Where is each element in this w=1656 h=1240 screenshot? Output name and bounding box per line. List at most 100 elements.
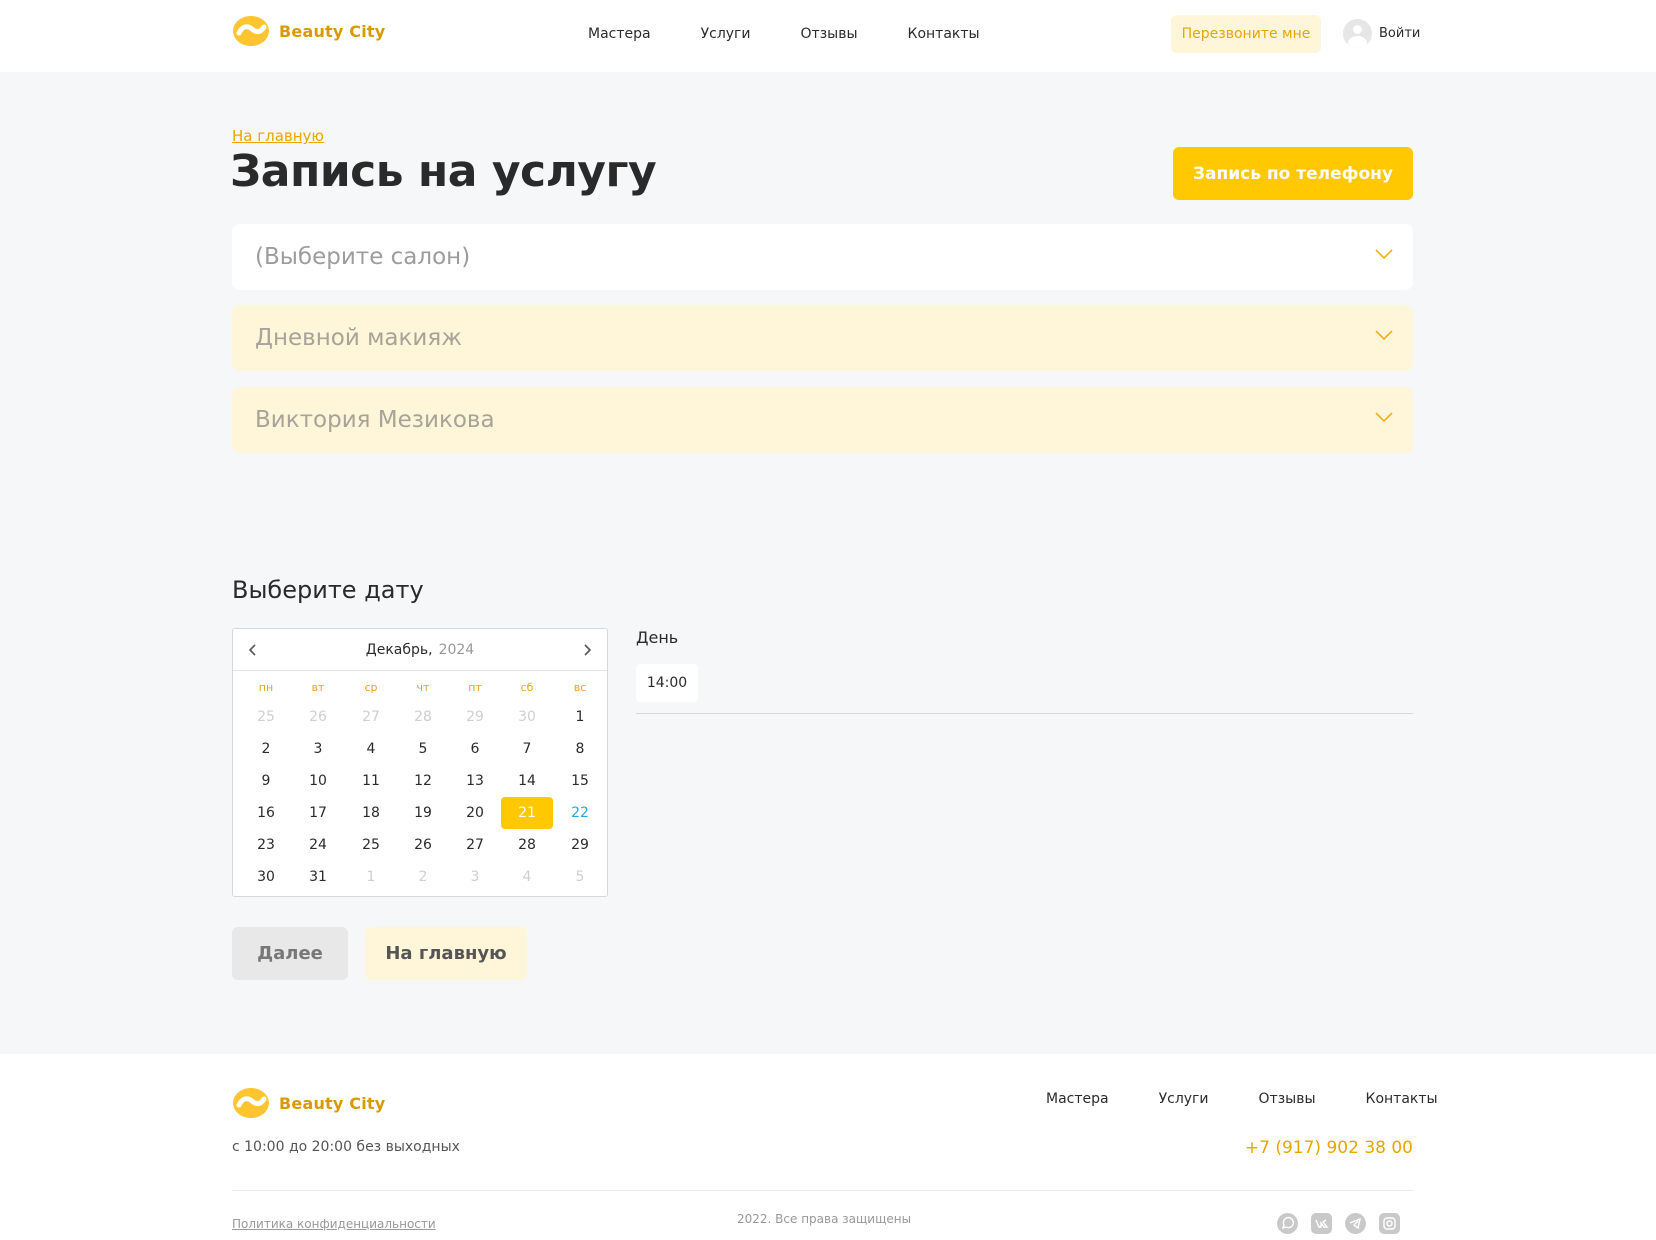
- calendar-day[interactable]: 20: [449, 797, 501, 829]
- master-select-value: Виктория Мезикова: [255, 407, 495, 433]
- calendar-year: 2024: [438, 641, 475, 658]
- nav-reviews[interactable]: Отзывы: [801, 26, 858, 42]
- calendar-day: 3: [470, 869, 480, 885]
- phone-booking-button[interactable]: Запись по телефону: [1173, 147, 1413, 200]
- calendar-day[interactable]: 4: [345, 733, 397, 765]
- weekday-label: ср: [364, 681, 378, 694]
- chevron-left-icon[interactable]: [245, 642, 261, 658]
- calendar-day[interactable]: 23: [240, 829, 292, 861]
- calendar-day[interactable]: 5: [397, 733, 449, 765]
- footer-nav-services[interactable]: Услуги: [1159, 1091, 1209, 1107]
- telegram-icon[interactable]: [1345, 1213, 1366, 1234]
- chevron-down-icon: [1375, 412, 1393, 423]
- calendar-day-selected[interactable]: 21: [501, 797, 553, 829]
- calendar-day[interactable]: 8: [554, 733, 606, 765]
- weekday-label: пт: [468, 681, 482, 694]
- calendar-day[interactable]: 6: [449, 733, 501, 765]
- footer-divider: [232, 1190, 1413, 1191]
- page-title: Запись на услугу: [230, 146, 657, 197]
- footer-nav-masters[interactable]: Мастера: [1046, 1091, 1109, 1107]
- instagram-icon[interactable]: [1379, 1213, 1400, 1234]
- next-button[interactable]: Далее: [232, 927, 348, 980]
- calendar-day[interactable]: 18: [345, 797, 397, 829]
- whatsapp-icon[interactable]: [1277, 1213, 1298, 1234]
- calendar-day[interactable]: 3: [292, 733, 344, 765]
- salon-select-value: (Выберите салон): [255, 244, 471, 270]
- vk-icon[interactable]: [1311, 1213, 1332, 1234]
- date-heading: Выберите дату: [232, 576, 424, 604]
- weekday-label: чт: [416, 681, 430, 694]
- calendar-day[interactable]: 16: [240, 797, 292, 829]
- chevron-down-icon: [1375, 249, 1393, 260]
- footer-nav-contacts[interactable]: Контакты: [1366, 1091, 1438, 1107]
- calendar-day[interactable]: 2: [240, 733, 292, 765]
- footer-nav: Мастера Услуги Отзывы Контакты: [1046, 1091, 1438, 1107]
- calendar-month: Декабрь,: [365, 641, 433, 658]
- calendar-day[interactable]: 30: [240, 861, 292, 893]
- calendar-day: 25: [257, 709, 275, 725]
- logo-text: Beauty City: [279, 1093, 386, 1113]
- calendar-day[interactable]: 11: [345, 765, 397, 797]
- login-link[interactable]: Войти: [1343, 19, 1420, 48]
- home-button[interactable]: На главную: [365, 927, 527, 980]
- weekday-row: пн вт ср чт пт сб вс: [233, 681, 609, 697]
- logo-icon: [233, 16, 269, 46]
- calendar-day: 28: [414, 709, 432, 725]
- master-select[interactable]: Виктория Мезикова: [232, 387, 1413, 453]
- calendar-day: 30: [518, 709, 536, 725]
- site-header: Beauty City Мастера Услуги Отзывы Контак…: [0, 0, 1656, 72]
- working-hours: с 10:00 до 20:00 без выходных: [232, 1139, 460, 1155]
- calendar-day[interactable]: 26: [397, 829, 449, 861]
- calendar-day[interactable]: 15: [554, 765, 606, 797]
- calendar-day[interactable]: 17: [292, 797, 344, 829]
- calendar-day: 1: [366, 869, 376, 885]
- nav-masters[interactable]: Мастера: [588, 26, 651, 42]
- service-select[interactable]: Дневной макияж: [232, 305, 1413, 371]
- calendar-day[interactable]: 24: [292, 829, 344, 861]
- calendar-day[interactable]: 19: [397, 797, 449, 829]
- calendar-day[interactable]: 12: [397, 765, 449, 797]
- calendar-day[interactable]: 22: [554, 797, 606, 829]
- calendar-day: 29: [466, 709, 484, 725]
- calendar-day[interactable]: 28: [501, 829, 553, 861]
- footer-nav-reviews[interactable]: Отзывы: [1259, 1091, 1316, 1107]
- calendar-day[interactable]: 7: [501, 733, 553, 765]
- day-label: День: [636, 628, 679, 647]
- calendar-day: 26: [309, 709, 327, 725]
- privacy-link[interactable]: Политика конфиденциальности: [232, 1217, 436, 1231]
- nav-services[interactable]: Услуги: [701, 26, 751, 42]
- divider: [636, 713, 1413, 714]
- calendar-day[interactable]: 1: [554, 701, 606, 733]
- calendar-day[interactable]: 25: [345, 829, 397, 861]
- calendar-day: 5: [575, 869, 585, 885]
- logo[interactable]: Beauty City: [232, 15, 385, 47]
- weekday-label: сб: [520, 681, 534, 694]
- footer-phone[interactable]: +7 (917) 902 38 00: [1245, 1138, 1413, 1158]
- calendar-day[interactable]: 27: [449, 829, 501, 861]
- calendar-day[interactable]: 10: [292, 765, 344, 797]
- calendar-day[interactable]: 29: [554, 829, 606, 861]
- breadcrumb[interactable]: На главную: [232, 127, 324, 145]
- weekday-label: вт: [311, 681, 325, 694]
- callback-button[interactable]: Перезвоните мне: [1171, 15, 1321, 53]
- copyright: 2022. Все права защищены: [737, 1212, 912, 1226]
- calendar-day[interactable]: 14: [501, 765, 553, 797]
- weekday-label: пн: [258, 681, 274, 694]
- main-nav: Мастера Услуги Отзывы Контакты: [588, 26, 980, 42]
- calendar-day[interactable]: 9: [240, 765, 292, 797]
- chevron-right-icon[interactable]: [579, 642, 595, 658]
- chevron-down-icon: [1375, 330, 1393, 341]
- calendar-day: 27: [362, 709, 380, 725]
- salon-select[interactable]: (Выберите салон): [232, 224, 1413, 290]
- calendar-day: 2: [418, 869, 428, 885]
- calendar-day[interactable]: 31: [292, 861, 344, 893]
- calendar-day[interactable]: 13: [449, 765, 501, 797]
- time-slot[interactable]: 14:00: [636, 664, 698, 702]
- weekday-label: вс: [573, 681, 587, 694]
- nav-contacts[interactable]: Контакты: [908, 26, 980, 42]
- footer-logo[interactable]: Beauty City: [232, 1087, 385, 1119]
- social-links: [1277, 1213, 1400, 1234]
- calendar-day: 4: [522, 869, 532, 885]
- logo-text: Beauty City: [279, 21, 386, 41]
- date-calendar: Декабрь, 2024 пн вт ср чт пт сб вс 25 26 27 28 29 3…: [232, 628, 608, 897]
